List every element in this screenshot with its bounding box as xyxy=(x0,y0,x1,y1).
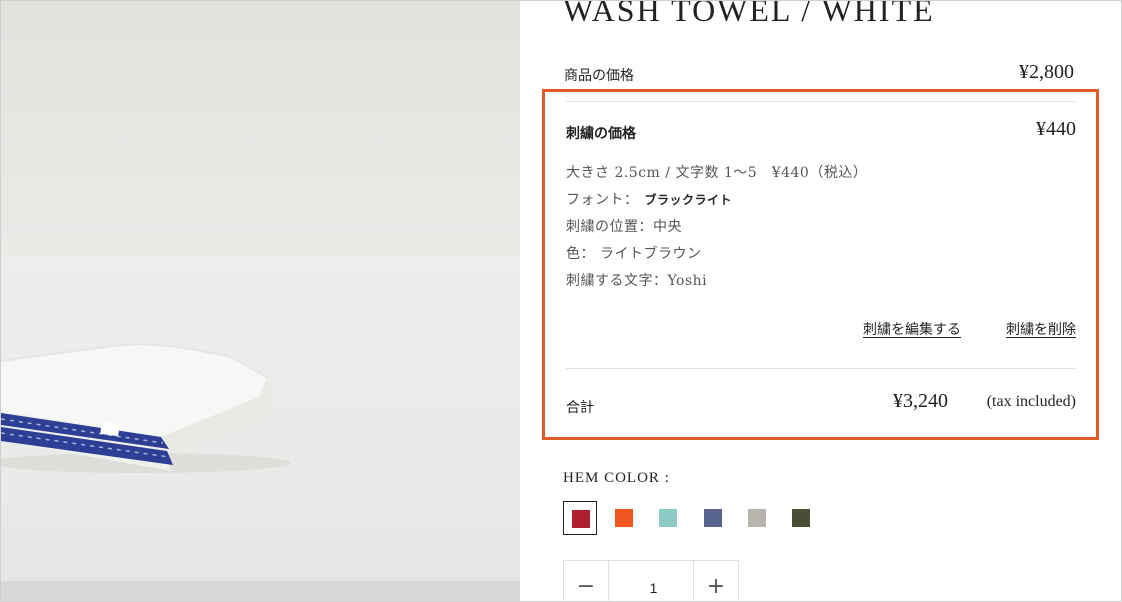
delete-embroidery-link[interactable]: 刺繍を削除 xyxy=(1006,319,1076,339)
product-price: ¥2,800 xyxy=(1019,61,1074,83)
swatch-navy[interactable] xyxy=(696,501,730,535)
embroidery-price-row: 刺繍の価格 ¥440 xyxy=(566,118,1076,144)
embroidery-actions: 刺繍を編集する 刺繍を削除 xyxy=(566,319,1076,341)
quantity-increase-button[interactable]: + xyxy=(693,561,738,601)
product-price-label: 商品の価格 xyxy=(564,68,634,84)
divider xyxy=(566,101,1076,102)
swatch-chip xyxy=(659,509,677,527)
swatch-red[interactable] xyxy=(563,501,597,535)
embroidery-price: ¥440 xyxy=(1036,118,1076,140)
total-row: 合計 ¥3,240 (tax included) xyxy=(566,390,1076,420)
embroidery-text-line: 刺繍する文字：Yoshi xyxy=(566,268,1076,295)
quantity-stepper: − + xyxy=(563,560,739,601)
embroidery-font-label: フォント： xyxy=(566,192,639,208)
product-photo xyxy=(1,1,520,601)
embroidery-color-text: 色： ライトブラウン xyxy=(566,246,702,262)
quantity-input[interactable] xyxy=(609,571,698,601)
embroidery-text-value: 刺繍する文字：Yoshi xyxy=(566,273,708,289)
swatch-chip xyxy=(615,509,633,527)
embroidery-position-text: 刺繍の位置：中央 xyxy=(566,219,682,235)
embroidery-details: 大きさ 2.5cm / 文字数 1〜5 ¥440（税込） フォント： ブラックライ… xyxy=(566,160,1076,295)
swatch-chip xyxy=(704,509,722,527)
hem-color-swatches xyxy=(563,501,863,537)
swatch-chip xyxy=(748,509,766,527)
product-page: WASH TOWEL / WHITE 商品の価格 ¥2,800 刺繍の価格 ¥4… xyxy=(0,0,1122,602)
swatch-turquoise[interactable] xyxy=(651,501,685,535)
swatch-olive[interactable] xyxy=(784,501,818,535)
embroidery-font-value: ブラックライト xyxy=(644,193,733,207)
embroidery-size-line: 大きさ 2.5cm / 文字数 1〜5 ¥440（税込） xyxy=(566,160,1076,187)
tax-note: (tax included) xyxy=(986,393,1076,410)
quantity-decrease-button[interactable]: − xyxy=(564,561,609,601)
product-details-panel: WASH TOWEL / WHITE 商品の価格 ¥2,800 刺繍の価格 ¥4… xyxy=(521,1,1121,601)
swatch-gray[interactable] xyxy=(740,501,774,535)
product-title: WASH TOWEL / WHITE xyxy=(563,0,935,28)
swatch-chip xyxy=(792,509,810,527)
edit-embroidery-link[interactable]: 刺繍を編集する xyxy=(863,319,961,339)
embroidery-color-line: 色： ライトブラウン xyxy=(566,241,1076,268)
embroidery-price-label: 刺繍の価格 xyxy=(566,126,636,142)
total-amount: ¥3,240 xyxy=(893,390,948,412)
embroidery-font-line: フォント： ブラックライト xyxy=(566,187,1076,214)
folded-towel-illustration xyxy=(1,343,291,473)
embroidery-size-text: 大きさ 2.5cm / 文字数 1〜5 ¥440（税込） xyxy=(566,165,868,181)
divider xyxy=(566,368,1076,369)
swatch-orange[interactable] xyxy=(607,501,641,535)
embroidery-summary-box: 刺繍の価格 ¥440 大きさ 2.5cm / 文字数 1〜5 ¥440（税込） … xyxy=(542,89,1099,440)
swatch-chip xyxy=(572,510,590,528)
hem-color-label: HEM COLOR : xyxy=(563,470,670,486)
embroidery-position-line: 刺繍の位置：中央 xyxy=(566,214,1076,241)
total-label: 合計 xyxy=(566,400,594,416)
product-price-row: 商品の価格 ¥2,800 xyxy=(564,61,1074,88)
